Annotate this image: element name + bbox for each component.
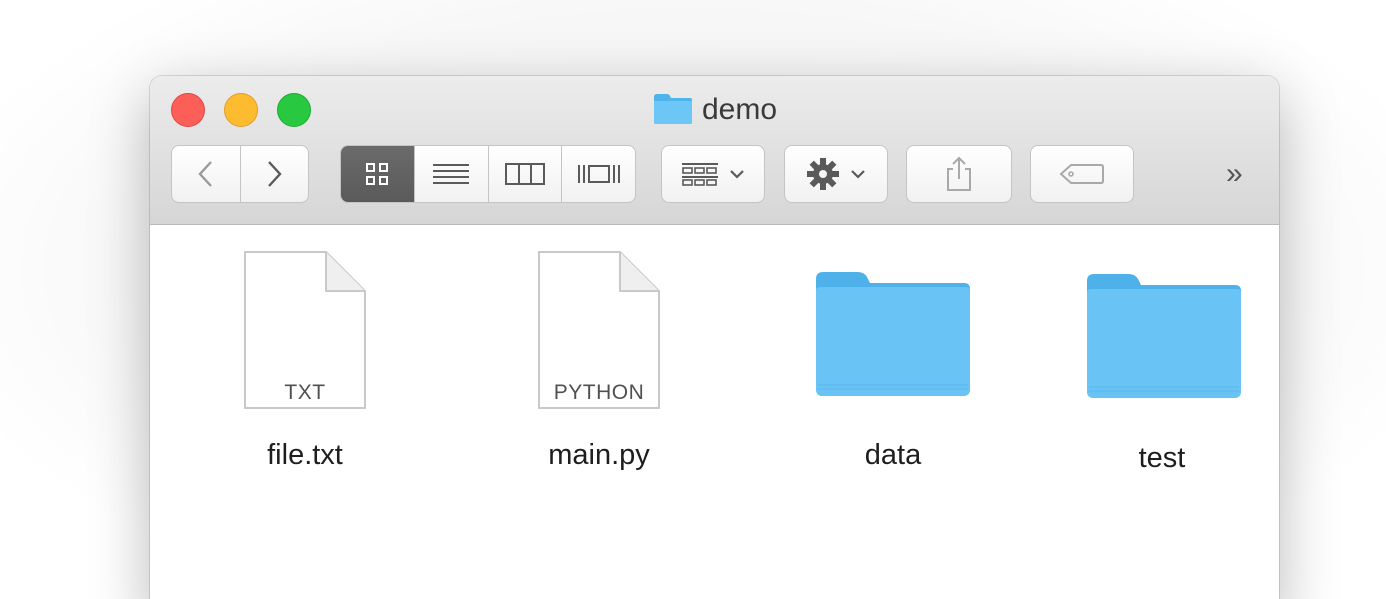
folder-icon — [1087, 274, 1241, 398]
arrange-grid-icon — [682, 163, 718, 186]
window-title-text: demo — [701, 93, 778, 126]
title-bar[interactable]: demo » — [150, 76, 1279, 225]
list-view-icon — [433, 164, 470, 184]
icon-view-icon — [366, 163, 389, 185]
chevron-down-icon — [851, 170, 865, 179]
cover-flow-view-icon — [577, 165, 620, 183]
window-title: demo — [150, 90, 1279, 130]
column-view-icon — [504, 163, 545, 185]
column-view-button[interactable] — [487, 146, 562, 202]
back-button[interactable] — [172, 146, 240, 202]
forward-button[interactable] — [239, 146, 309, 202]
share-icon — [947, 156, 971, 191]
icon-view-button[interactable] — [341, 146, 414, 202]
toolbar-overflow-button[interactable]: » — [1226, 158, 1243, 190]
folder-name: data — [864, 439, 922, 471]
chevron-left-icon — [198, 161, 212, 187]
file-name: file.txt — [267, 439, 343, 471]
chevron-down-icon — [730, 170, 744, 179]
desktop-background: demo » TXT file.txt PYTHON main.py data … — [0, 0, 1386, 599]
arrange-button[interactable] — [661, 145, 765, 203]
finder-window: demo » TXT file.txt PYTHON main.py data … — [150, 76, 1279, 599]
action-button[interactable] — [784, 145, 888, 203]
list-view-button[interactable] — [413, 146, 488, 202]
gear-icon — [807, 158, 839, 190]
cover-flow-view-button[interactable] — [561, 146, 635, 202]
file-name: main.py — [548, 439, 650, 471]
tag-icon — [1059, 164, 1104, 184]
tags-button[interactable] — [1030, 145, 1134, 203]
share-button[interactable] — [906, 145, 1012, 203]
folder-icon — [653, 94, 692, 124]
file-browser-content: TXT file.txt PYTHON main.py data test — [150, 225, 1279, 599]
chevron-right-icon — [268, 161, 282, 187]
view-mode-group — [340, 145, 636, 203]
navigation-group — [171, 145, 309, 203]
file-type-label: TXT — [284, 381, 326, 404]
folder-icon — [816, 272, 970, 396]
folder-name: test — [1138, 442, 1186, 474]
file-type-label: PYTHON — [553, 381, 645, 404]
